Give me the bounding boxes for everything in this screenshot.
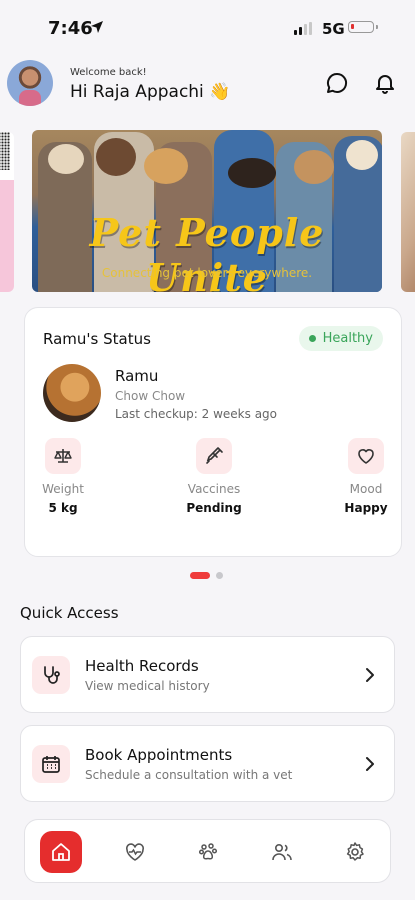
welcome-text: Welcome back! <box>70 67 147 78</box>
stat-label: Mood <box>349 482 383 496</box>
next-banner-peek[interactable] <box>401 132 415 292</box>
pet-status-title: Ramu's Status <box>43 330 151 348</box>
quick-access-title: Quick Access <box>20 604 119 622</box>
page-dot-active[interactable] <box>190 572 210 579</box>
prev-banner-peek[interactable] <box>0 132 14 292</box>
calendar-icon <box>42 756 60 773</box>
stat-value: Pending <box>186 501 242 515</box>
tab-settings[interactable] <box>334 831 376 873</box>
stat-value: Happy <box>344 501 388 515</box>
syringe-icon-wrap <box>196 438 232 474</box>
chat-button[interactable] <box>322 68 352 98</box>
status-time: 7:46 <box>48 18 93 39</box>
health-status-label: Healthy <box>322 331 373 346</box>
page-dot[interactable] <box>216 572 223 579</box>
stat-mood[interactable]: Mood Happy <box>321 438 411 515</box>
chevron-right-icon <box>366 757 374 771</box>
syringe-icon <box>206 447 223 464</box>
pet-photo <box>43 364 101 422</box>
bottom-tab-bar <box>24 819 391 883</box>
card-title: Health Records <box>85 657 199 675</box>
card-title: Book Appointments <box>85 746 233 764</box>
heart-pulse-icon <box>126 843 144 861</box>
scale-icon-wrap <box>45 438 81 474</box>
calendar-icon-wrap <box>32 745 70 783</box>
banner-carousel[interactable]: Pet People Unite Connecting pet lovers e… <box>0 130 415 292</box>
settings-icon <box>346 842 364 861</box>
card-subtitle: Schedule a consultation with a vet <box>85 768 293 782</box>
status-dot-icon <box>308 335 316 342</box>
tab-health[interactable] <box>114 831 156 873</box>
heart-icon-wrap <box>348 438 384 474</box>
stat-weight[interactable]: Weight 5 kg <box>18 438 108 515</box>
pet-status-card[interactable]: Ramu's Status Healthy Ramu Chow Chow Las… <box>24 307 402 557</box>
stat-vaccines[interactable]: Vaccines Pending <box>169 438 259 515</box>
banner-pet-people-unite[interactable]: Pet People Unite Connecting pet lovers e… <box>32 130 382 292</box>
tab-community[interactable] <box>261 831 303 873</box>
stethoscope-icon <box>44 666 60 684</box>
home-icon <box>52 843 70 861</box>
status-bar: 7:46 5G <box>0 0 415 56</box>
tab-pets[interactable] <box>187 831 229 873</box>
banner-subtitle: Connecting pet lovers everywhere. <box>101 266 313 280</box>
battery-icon <box>348 21 378 33</box>
stat-label: Weight <box>42 482 84 496</box>
scale-icon <box>54 449 72 463</box>
heart-icon <box>358 449 374 464</box>
location-arrow-icon <box>91 21 103 33</box>
avatar[interactable] <box>7 60 53 106</box>
paw-icon <box>198 843 218 860</box>
book-appointments-card[interactable]: Book Appointments Schedule a consultatio… <box>20 725 395 802</box>
stethoscope-icon-wrap <box>32 656 70 694</box>
health-status-badge: Healthy <box>298 326 383 351</box>
pet-last-checkup: Last checkup: 2 weeks ago <box>115 407 278 421</box>
chevron-right-icon <box>366 668 374 682</box>
health-records-card[interactable]: Health Records View medical history <box>20 636 395 713</box>
header: Welcome back! Hi Raja Appachi 👋 <box>0 58 415 114</box>
card-subtitle: View medical history <box>85 679 210 693</box>
users-icon <box>272 843 292 861</box>
pet-breed: Chow Chow <box>115 389 186 403</box>
carousel-page-indicator[interactable] <box>190 572 223 579</box>
stat-value: 5 kg <box>48 501 78 515</box>
pet-name: Ramu <box>115 367 159 385</box>
network-label: 5G <box>322 20 345 38</box>
signal-icon <box>294 22 312 35</box>
greeting-text: Hi Raja Appachi 👋 <box>70 82 231 102</box>
chat-bubble-icon <box>327 72 348 93</box>
stat-label: Vaccines <box>187 482 241 496</box>
notifications-button[interactable] <box>370 68 400 98</box>
tab-home[interactable] <box>40 831 82 873</box>
bell-icon <box>376 75 394 94</box>
